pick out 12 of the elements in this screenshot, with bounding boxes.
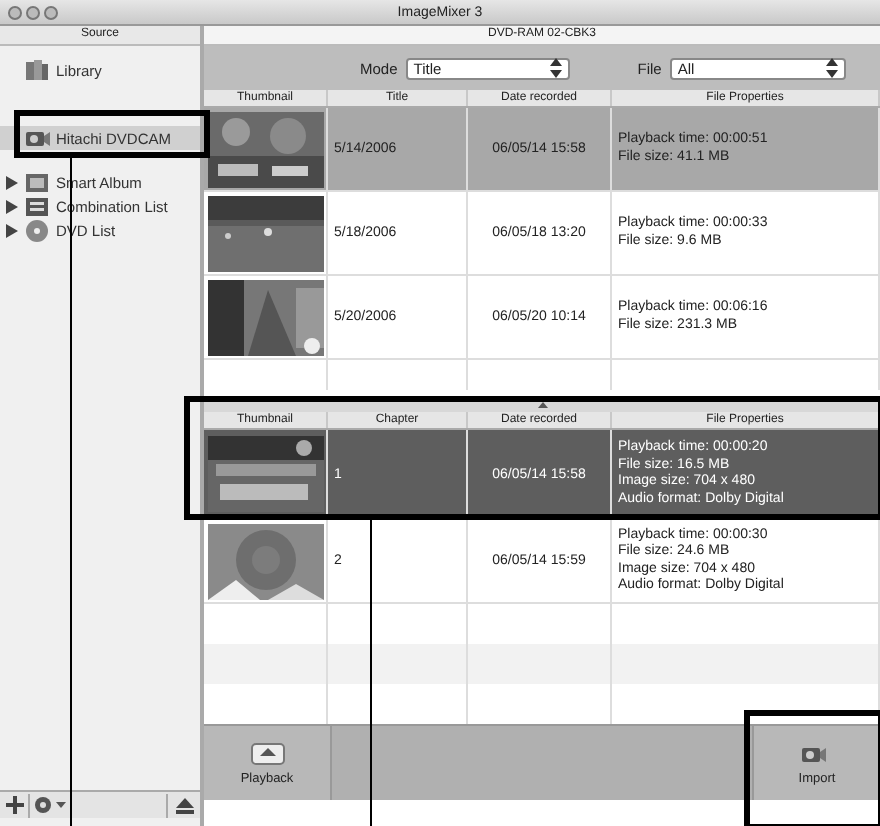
books-icon (24, 57, 50, 83)
add-icon (5, 796, 23, 814)
add-button[interactable] (0, 793, 30, 817)
eject-button[interactable] (166, 793, 200, 817)
eject-icon (249, 741, 285, 766)
stepper-icon (549, 58, 562, 78)
eject-icon (175, 797, 193, 813)
callout-box (744, 710, 880, 826)
disc-icon (24, 217, 50, 243)
stepper-icon (825, 58, 838, 78)
list-icon (24, 193, 50, 219)
album-icon (24, 169, 50, 195)
